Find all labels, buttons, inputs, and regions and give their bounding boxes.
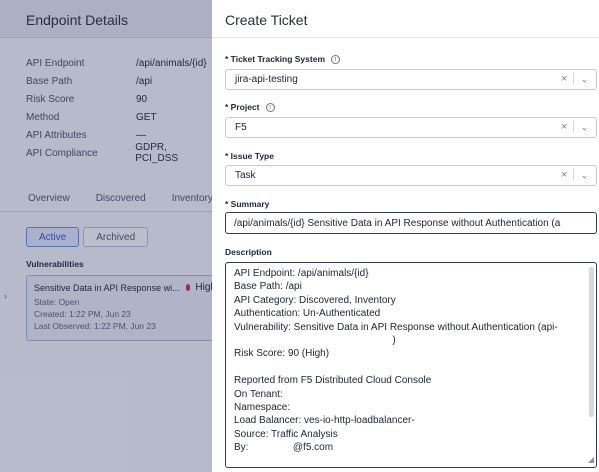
create-ticket-title: Create Ticket <box>225 12 308 28</box>
description-line: On Tenant: <box>234 388 283 400</box>
description-line: Base Path: /api <box>234 281 302 293</box>
divider <box>573 169 575 181</box>
modal-backdrop[interactable] <box>0 0 212 472</box>
description-label: Description <box>225 247 272 257</box>
project-label-text: * Project <box>225 102 260 112</box>
summary-value: /api/animals/{id} Sensitive Data in API … <box>234 217 561 229</box>
description-line: ) <box>234 334 396 346</box>
project-value: F5 <box>235 122 247 133</box>
divider <box>573 73 575 85</box>
description-line: API Endpoint: /api/animals/{id} <box>234 268 369 279</box>
description-textarea[interactable]: API Endpoint: /api/animals/{id} Base Pat… <box>225 262 597 468</box>
divider <box>573 121 575 133</box>
clear-icon[interactable]: × <box>561 121 567 133</box>
create-ticket-header: Create Ticket <box>212 0 599 38</box>
tracking-system-label-text: * Ticket Tracking System <box>225 54 326 64</box>
description-line: By: @f5.com <box>234 442 334 454</box>
resize-handle-icon[interactable]: ◢ <box>588 453 594 466</box>
description-line: Authentication: Un-Authenticated <box>234 308 381 320</box>
summary-label: * Summary <box>225 199 269 209</box>
issue-type-label-text: * Issue Type <box>225 151 274 161</box>
clear-icon[interactable]: × <box>561 169 567 181</box>
chevron-down-icon[interactable]: ⌄ <box>580 74 588 85</box>
description-line: Namespace: <box>234 401 291 413</box>
select-controls: × ⌄ <box>561 169 588 181</box>
issue-type-select[interactable]: Task × ⌄ <box>225 165 597 186</box>
description-line: Load Balancer: ves-io-http-loadbalancer- <box>234 415 415 427</box>
tracking-system-label: * Ticket Tracking System i <box>225 54 341 64</box>
chevron-down-icon[interactable]: ⌄ <box>580 122 588 133</box>
description-scrollbar[interactable] <box>589 267 594 417</box>
chevron-down-icon[interactable]: ⌄ <box>580 170 588 181</box>
issue-type-value: Task <box>235 170 256 181</box>
tracking-system-select[interactable]: jira-api-testing × ⌄ <box>225 69 597 90</box>
endpoint-details-panel: Endpoint Details API Endpoint/api/animal… <box>0 0 216 472</box>
project-label: * Project i <box>225 102 275 112</box>
summary-label-text: * Summary <box>225 199 270 209</box>
clear-icon[interactable]: × <box>561 73 567 85</box>
tracking-system-value: jira-api-testing <box>235 74 298 85</box>
select-controls: × ⌄ <box>561 73 588 85</box>
issue-type-label: * Issue Type <box>225 151 274 161</box>
description-line: Vulnerability: Sensitive Data in API Res… <box>234 321 558 333</box>
info-icon[interactable]: i <box>265 102 275 112</box>
select-controls: × ⌄ <box>561 121 588 133</box>
create-ticket-panel: Create Ticket * Ticket Tracking System i… <box>212 0 599 472</box>
description-line: API Category: Discovered, Inventory <box>234 294 396 306</box>
description-line: Source: Traffic Analysis <box>234 428 338 440</box>
info-icon[interactable]: i <box>331 54 341 64</box>
description-line <box>234 361 596 374</box>
description-line: Risk Score: 90 (High) <box>234 348 330 360</box>
description-line: Reported from F5 Distributed Cloud Conso… <box>234 375 432 387</box>
summary-input[interactable]: /api/animals/{id} Sensitive Data in API … <box>225 212 597 234</box>
project-select[interactable]: F5 × ⌄ <box>225 117 597 138</box>
